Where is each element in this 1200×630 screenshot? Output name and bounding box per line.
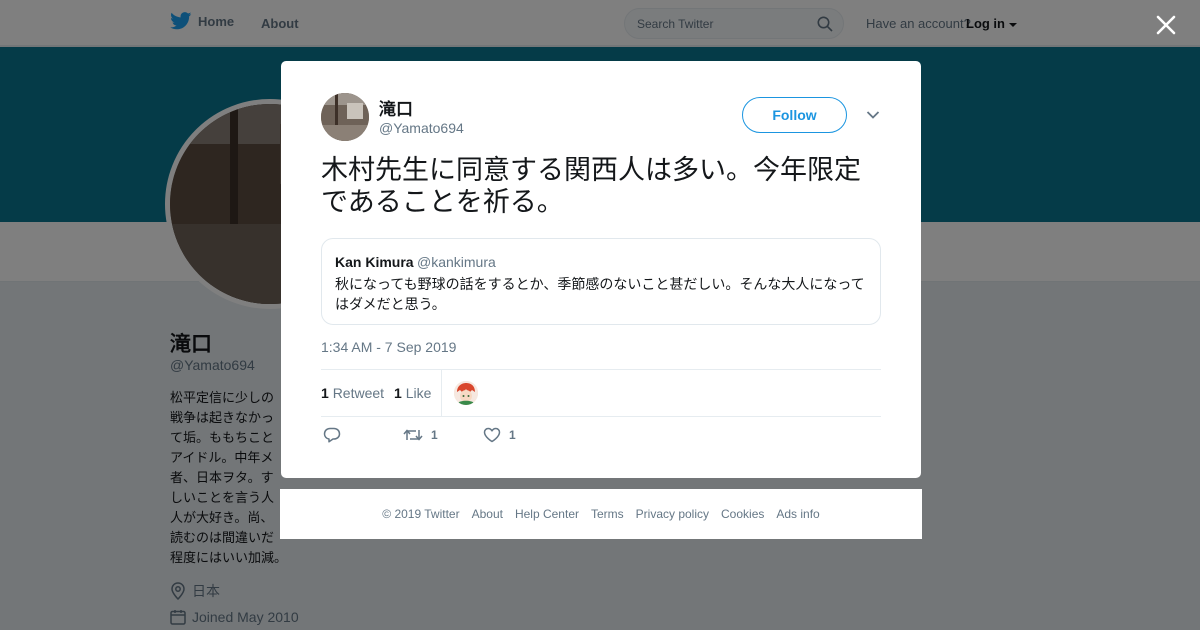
like-action[interactable]: 1	[483, 427, 516, 443]
reply-action[interactable]	[323, 427, 349, 443]
footer-link-privacy-policy[interactable]: Privacy policy	[636, 507, 709, 521]
liker-avatar-image	[454, 381, 478, 405]
retweet-count: 1	[321, 385, 329, 401]
author-handle[interactable]: @Yamato694	[379, 120, 464, 136]
footer-link-terms[interactable]: Terms	[591, 507, 624, 521]
footer-link-ads-info[interactable]: Ads info	[776, 507, 819, 521]
tweet-modal: 滝口 @Yamato694 Follow 木村先生に同意する関西人は多い。今年限…	[281, 61, 921, 478]
chevron-down-icon[interactable]	[866, 110, 880, 120]
like-count: 1	[394, 385, 402, 401]
footer-link-cookies[interactable]: Cookies	[721, 507, 764, 521]
footer-link-about[interactable]: About	[472, 507, 503, 521]
footer-copyright: © 2019 Twitter	[382, 507, 460, 521]
quoted-tweet-text: 秋になっても野球の話をするとか、季節感のないこと甚だしい。そんな大人になってはダ…	[335, 276, 865, 312]
author-name[interactable]: 滝口	[379, 95, 413, 120]
reply-icon	[323, 427, 341, 443]
liker-avatar[interactable]	[454, 381, 478, 405]
quoted-author-handle: @kankimura	[417, 254, 496, 270]
close-icon[interactable]	[1153, 12, 1179, 38]
author-avatar-image	[321, 93, 369, 141]
like-action-count: 1	[509, 428, 516, 442]
tweet-timestamp[interactable]: 1:34 AM - 7 Sep 2019	[321, 339, 456, 355]
modal-footer: © 2019 Twitter About Help Center Terms P…	[280, 489, 922, 539]
like-stat-label: Like	[405, 385, 432, 401]
retweet-action[interactable]: 1	[403, 427, 438, 443]
follow-button[interactable]: Follow	[742, 97, 847, 133]
footer-link-help-center[interactable]: Help Center	[515, 507, 579, 521]
tweet-actions: 1 1	[321, 427, 881, 449]
quoted-tweet[interactable]: Kan Kimura @kankimura 秋になっても野球の話をするとか、季節…	[321, 238, 881, 325]
heart-icon	[483, 427, 501, 443]
retweet-icon	[403, 429, 423, 441]
footer-links: © 2019 Twitter About Help Center Terms P…	[280, 489, 922, 539]
retweet-action-count: 1	[431, 428, 438, 442]
tweet-text: 木村先生に同意する関西人は多い。今年限定であることを祈る。	[321, 155, 861, 217]
retweet-stat-label: Retweet	[332, 385, 385, 401]
author-avatar[interactable]	[321, 93, 369, 141]
stats-divider	[441, 370, 442, 416]
retweet-stat[interactable]: 1 Retweet	[321, 385, 384, 401]
tweet-stats: 1 Retweet 1 Like	[321, 369, 881, 417]
quoted-author-name: Kan Kimura	[335, 254, 414, 270]
like-stat[interactable]: 1 Like	[394, 385, 431, 401]
